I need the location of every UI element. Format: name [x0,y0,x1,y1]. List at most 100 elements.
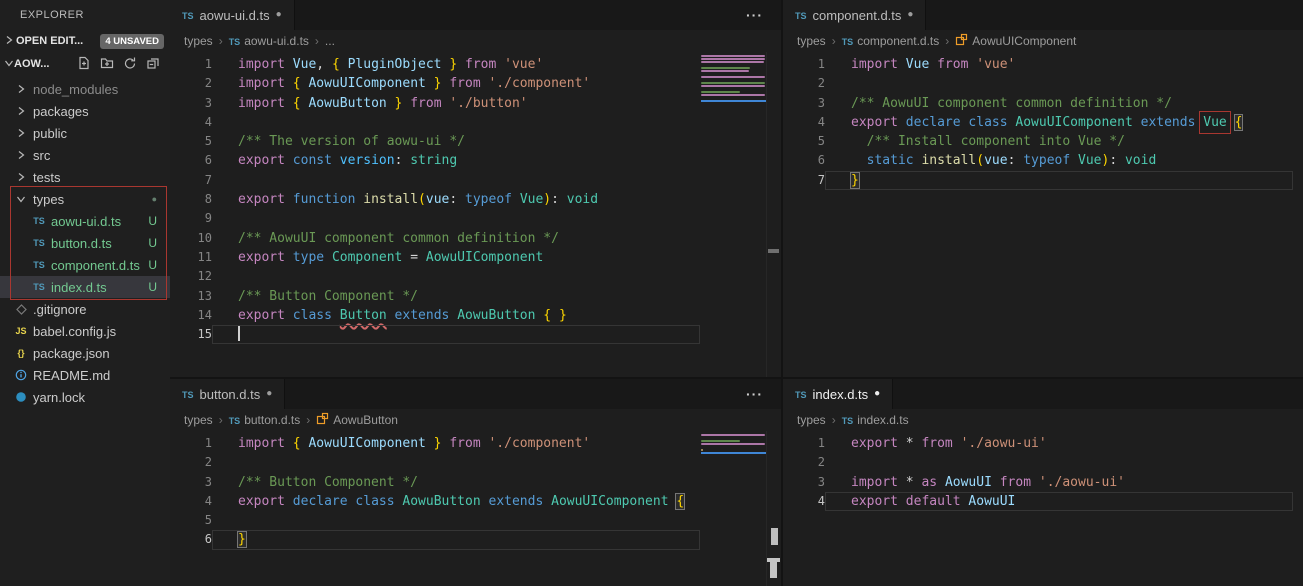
minimap-highlight [701,100,767,102]
code-line[interactable]: 2 [783,453,1293,472]
editor-group-divider-horizontal[interactable] [170,377,1303,379]
workspace-section-header[interactable]: AOW... [0,52,170,76]
line-number: 10 [197,230,212,245]
breadcrumb-item[interactable]: types [797,413,826,427]
code-line[interactable]: 8 export function install(vue: typeof Vue… [170,190,700,209]
breadcrumb-item[interactable]: types [184,413,213,427]
tree-item-babel.config.js[interactable]: JS babel.config.js [0,320,170,342]
code-lines: 1 export * from './aowu-ui' 2 3 import * as … [783,434,1293,512]
minimap[interactable] [701,55,767,102]
code-line[interactable]: 6 static install(vue: typeof Vue): void [783,151,1293,170]
code-line[interactable]: 7 [170,171,700,190]
code-line[interactable]: 11 export type Component = AowuUIComponen… [170,248,700,267]
tree-item-packages[interactable]: packages [0,100,170,122]
breadcrumb-item[interactable]: ... [325,34,335,48]
code-area[interactable]: 1 import Vue from 'vue' 2 3 /** AowuUI compo… [783,52,1303,377]
breadcrumb-item[interactable]: button.d.ts [244,413,300,427]
code-line[interactable]: 12 [170,267,700,286]
breadcrumb-item[interactable]: index.d.ts [857,413,908,427]
breadcrumb-item[interactable]: AowuUIComponent [972,34,1076,48]
code-area[interactable]: 1 import Vue, { PluginObject } from 'vue'… [170,52,781,377]
breadcrumb-item[interactable]: component.d.ts [857,34,939,48]
line-content: import { AowuUIComponent } from './compo… [238,436,591,451]
editor-pane-aowu-ui: TS aowu-ui.d.ts ● ··· types › TS aowu-ui.d.ts ›.… [170,0,781,377]
code-line[interactable]: 3 import { AowuButton } from './button' [170,94,700,113]
code-line[interactable]: 5 /** The version of aowu-ui */ [170,132,700,151]
new-file-icon[interactable] [77,56,91,73]
code-line[interactable]: 1 import Vue from 'vue' [783,55,1293,74]
minimap-line [701,443,765,445]
editor-pane-button: TS button.d.ts ● ··· types › TS button.d.ts › Aow… [170,379,781,586]
code-line[interactable]: 3 /** Button Component */ [170,473,700,492]
code-line[interactable]: 5 [170,511,700,530]
code-line[interactable]: 10 /** AowuUI component common definition… [170,229,700,248]
code-line[interactable]: 13 /** Button Component */ [170,287,700,306]
tree-item-button.d.ts[interactable]: TS button.d.ts U [0,232,170,254]
code-line[interactable]: 14 export class Button extends AowuButton… [170,306,700,325]
code-line[interactable]: 9 [170,209,700,228]
tree-item-yarn.lock[interactable]: yarn.lock [0,386,170,408]
tree-item-tests[interactable]: tests [0,166,170,188]
code-line[interactable]: 4 export declare class AowuUIComponent ex… [783,110,1293,134]
tree-item-README.md[interactable]: README.md [0,364,170,386]
code-line[interactable]: 1 export * from './aowu-ui' [783,434,1293,453]
tree-item-component.d.ts[interactable]: TS component.d.ts U [0,254,170,276]
tree-item-label: yarn.lock [33,389,86,405]
breadcrumb-item[interactable]: AowuButton [333,413,398,427]
minimap-line [701,61,764,63]
editor-group-divider-vertical[interactable] [781,0,783,586]
line-number: 5 [204,513,212,528]
tab-button.d.ts[interactable]: TS button.d.ts ● [170,379,286,409]
line-number: 4 [204,114,212,129]
code-line[interactable]: 4 export declare class AowuButton extends… [170,492,700,511]
editor-actions-icon[interactable]: ··· [746,7,763,23]
tree-item-.gitignore[interactable]: .gitignore [0,298,170,320]
code-line[interactable]: 2 [783,74,1293,93]
code-line[interactable]: 5 /** Install component into Vue */ [783,132,1293,151]
minimap-line [701,70,749,72]
code-line[interactable]: 7} [783,170,1293,191]
code-line[interactable]: 6} [170,530,700,550]
tree-item-src[interactable]: src [0,144,170,166]
line-content: import Vue from 'vue' [851,57,1016,72]
tree-item-index.d.ts[interactable]: TS index.d.ts U [0,276,170,298]
breadcrumb-item[interactable]: types [797,34,826,48]
ts-icon: TS [841,37,854,47]
code-line[interactable]: 3 import * as AowuUI from './aowu-ui' [783,473,1293,492]
tab-component.d.ts[interactable]: TS component.d.ts ● [783,0,927,30]
code-area[interactable]: 1 import { AowuUIComponent } from './comp… [170,431,781,586]
git-status-badge: U [148,280,157,294]
editor-actions-icon[interactable]: ··· [746,386,763,402]
tree-item-package.json[interactable]: {} package.json [0,342,170,364]
code-area[interactable]: 1 export * from './aowu-ui' 2 3 import * as … [783,431,1303,586]
dirty-indicator-icon: ● [874,388,881,399]
tab-aowu-ui.d.ts[interactable]: TS aowu-ui.d.ts ● [170,0,295,30]
code-line[interactable]: 15 [170,325,700,345]
code-line[interactable]: 4 export default AowuUI [783,491,1293,512]
collapse-all-icon[interactable] [146,56,160,73]
dirty-indicator-icon: ● [907,9,914,20]
breadcrumb-item[interactable]: types [184,34,213,48]
tree-item-types[interactable]: types ● [0,188,170,210]
code-line[interactable]: 3 /** AowuUI component common definition … [783,94,1293,113]
line-number: 7 [204,172,212,187]
refresh-icon[interactable] [123,56,137,73]
minimap[interactable] [701,434,767,454]
code-line[interactable]: 6 export const version: string [170,151,700,170]
code-line[interactable]: 2 [170,453,700,472]
tab-bar: TS index.d.ts ● [783,379,1303,409]
open-editors-header[interactable]: OPEN EDIT... 4 UNSAVED [0,30,170,52]
minimap-line [701,67,750,69]
new-folder-icon[interactable] [100,56,114,73]
tree-item-aowu-ui.d.ts[interactable]: TS aowu-ui.d.ts U [0,210,170,232]
tree-item-public[interactable]: public [0,122,170,144]
tab-index.d.ts[interactable]: TS index.d.ts ● [783,379,894,409]
line-number: 2 [204,455,212,470]
tree-item-node_modules[interactable]: node_modules [0,78,170,100]
code-line[interactable]: 1 import Vue, { PluginObject } from 'vue' [170,55,700,74]
code-line[interactable]: 4 [170,113,700,132]
breadcrumb-item[interactable]: aowu-ui.d.ts [244,34,309,48]
overview-ruler-mark [768,249,779,253]
code-line[interactable]: 1 import { AowuUIComponent } from './comp… [170,434,700,453]
code-line[interactable]: 2 import { AowuUIComponent } from './comp… [170,74,700,93]
